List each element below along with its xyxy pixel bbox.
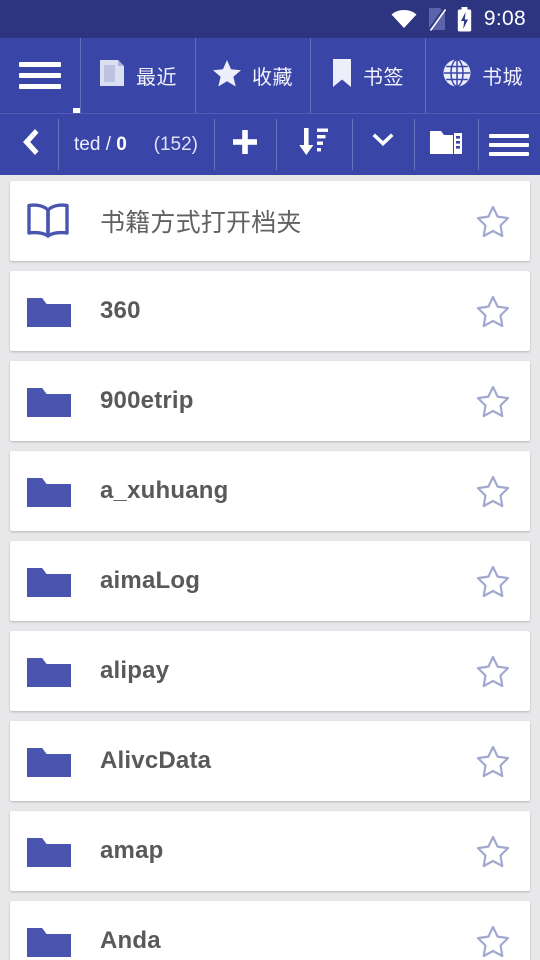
favorite-star-button[interactable] [470, 655, 516, 688]
active-tab-indicator [73, 108, 80, 113]
folder-icon [26, 384, 74, 418]
tab-bookmarks-label: 书签 [363, 67, 404, 89]
main-nav-tabs: 最近 收藏 书签 书城 [0, 38, 540, 113]
wifi-icon [391, 9, 417, 29]
folder-row[interactable]: aimaLog [10, 541, 530, 621]
file-name-label: 书籍方式打开档夹 [100, 209, 302, 237]
folder-row[interactable]: alipay [10, 631, 530, 711]
tab-bookstore[interactable]: 书城 [425, 38, 540, 113]
item-count-label: (152) [153, 133, 198, 155]
battery-charging-icon [457, 6, 472, 32]
tab-recent-label: 最近 [136, 67, 177, 89]
folder-view-button[interactable] [414, 114, 478, 175]
folder-icon [26, 924, 74, 958]
status-bar: 9:08 [0, 0, 540, 38]
bookmark-icon [331, 58, 353, 93]
current-path-label: ted / 0 [74, 133, 127, 155]
open-as-book-row[interactable]: 书籍方式打开档夹 [10, 181, 530, 261]
tab-favorites-label: 收藏 [252, 67, 293, 89]
folder-row[interactable]: a_xuhuang [10, 451, 530, 531]
chevron-left-icon [18, 127, 40, 162]
folder-icon [26, 744, 74, 778]
file-name-label: a_xuhuang [100, 477, 229, 504]
folder-list-icon [429, 128, 463, 161]
favorite-star-button[interactable] [470, 205, 516, 238]
folder-icon [26, 294, 74, 328]
folder-row[interactable]: AlivcData [10, 721, 530, 801]
favorite-star-button[interactable] [470, 475, 516, 508]
globe-icon [442, 58, 472, 93]
hamburger-menu-icon [489, 129, 529, 161]
file-name-label: alipay [100, 657, 170, 684]
sort-descending-icon [296, 126, 332, 163]
folder-icon [26, 654, 74, 688]
favorite-star-button[interactable] [470, 295, 516, 328]
favorite-star-button[interactable] [470, 925, 516, 958]
sort-button[interactable] [276, 114, 352, 175]
path-index: 0 [116, 133, 127, 155]
recent-book-icon [98, 58, 126, 93]
add-button[interactable] [214, 114, 276, 175]
file-name-label: 360 [100, 297, 141, 324]
open-book-icon [26, 202, 74, 240]
favorite-star-button[interactable] [470, 835, 516, 868]
tab-favorites[interactable]: 收藏 [195, 38, 310, 113]
folder-row[interactable]: amap [10, 811, 530, 891]
folder-row[interactable]: 900etrip [10, 361, 530, 441]
file-list[interactable]: 书籍方式打开档夹 360 900etrip a_xuhuang aimaLog … [0, 175, 540, 960]
file-name-label: 900etrip [100, 387, 194, 414]
tab-bookstore-label: 书城 [482, 67, 523, 89]
sort-dropdown-button[interactable] [352, 114, 414, 175]
status-time: 9:08 [483, 7, 526, 30]
tab-bookmarks[interactable]: 书签 [310, 38, 425, 113]
nav-menu-button[interactable] [0, 38, 80, 113]
favorite-star-button[interactable] [470, 565, 516, 598]
file-name-label: amap [100, 837, 164, 864]
path-display[interactable]: ted / 0 (152) [58, 114, 214, 175]
plus-icon [230, 127, 260, 162]
folder-row[interactable]: 360 [10, 271, 530, 351]
chevron-down-icon [370, 133, 396, 156]
sim-card-off-icon [427, 7, 447, 31]
folder-icon [26, 564, 74, 598]
favorite-star-button[interactable] [470, 745, 516, 778]
file-name-label: AlivcData [100, 747, 212, 774]
file-toolbar: ted / 0 (152) [0, 113, 540, 175]
favorite-star-button[interactable] [470, 385, 516, 418]
tab-recent[interactable]: 最近 [80, 38, 195, 113]
folder-icon [26, 834, 74, 868]
folder-row[interactable]: Anda [10, 901, 530, 960]
overflow-menu-button[interactable] [478, 114, 540, 175]
file-name-label: Anda [100, 927, 161, 954]
file-name-label: aimaLog [100, 567, 201, 594]
folder-icon [26, 474, 74, 508]
hamburger-menu-icon [19, 56, 61, 95]
back-button[interactable] [0, 114, 58, 175]
star-icon [212, 59, 242, 93]
